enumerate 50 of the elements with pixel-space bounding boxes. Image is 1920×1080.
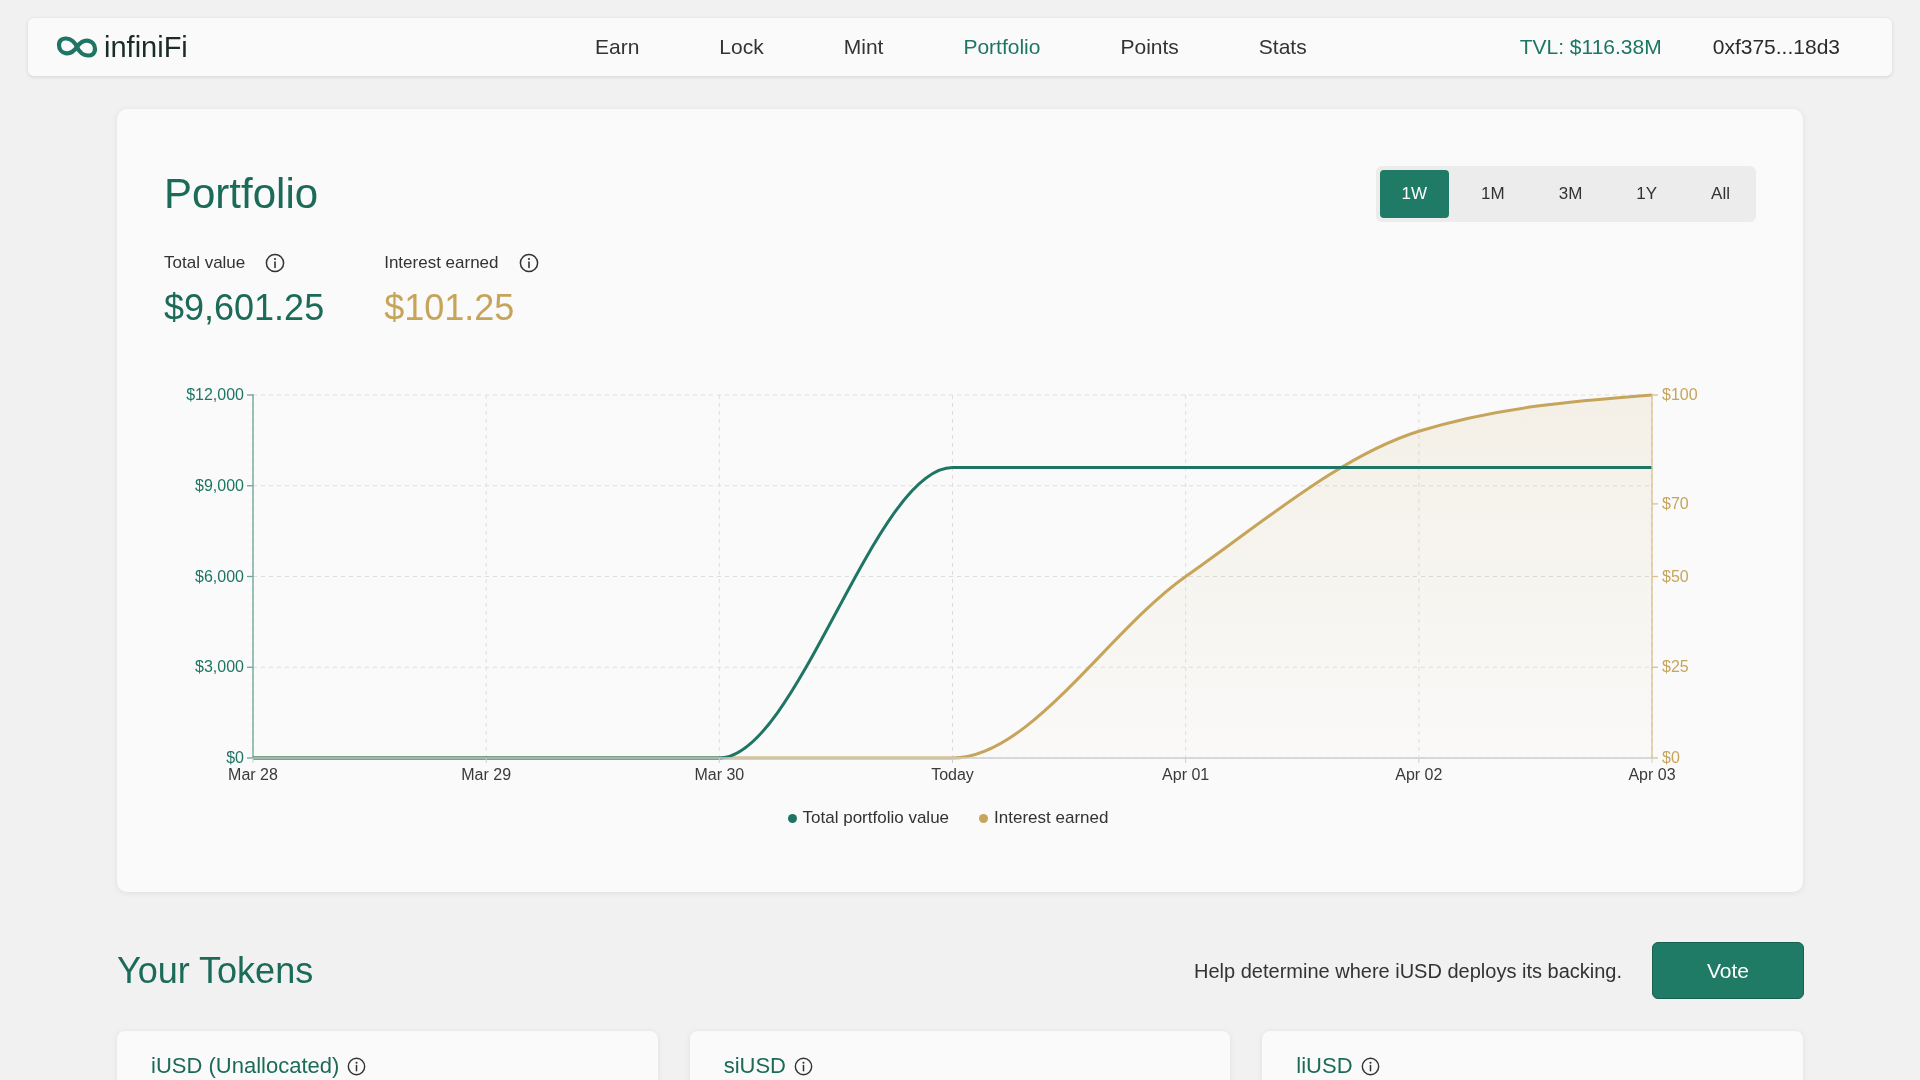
stat-value: $9,601.25 [164, 286, 325, 330]
y-axis-label: $70 [1662, 494, 1689, 512]
range-tab[interactable]: 1W [1379, 170, 1450, 218]
stat-label: Interest earned [384, 252, 499, 274]
x-axis-label: Mar 29 [461, 766, 512, 783]
legend-label: Interest earned [994, 807, 1109, 829]
x-axis-label: Today [931, 766, 974, 783]
wallet-button[interactable]: 0xf375...18d3 [1712, 34, 1840, 60]
tvl-label: TVL: $116.38M [1519, 34, 1662, 60]
vote-button[interactable]: Vote [1652, 942, 1804, 999]
info-icon[interactable] [794, 1056, 813, 1076]
token-title: liUSD [1296, 1054, 1353, 1078]
legend-label: Total portfolio value [802, 807, 950, 829]
x-axis-label: Apr 01 [1162, 766, 1210, 783]
logo-icon[interactable] [56, 34, 98, 60]
info-icon[interactable] [347, 1056, 367, 1076]
y-axis-label: $50 [1662, 567, 1689, 585]
nav-link[interactable]: Earn [595, 34, 640, 60]
y-axis-label: $0 [226, 749, 244, 766]
brand-name[interactable]: infiniFi [104, 30, 188, 64]
info-icon[interactable] [1360, 1056, 1380, 1076]
page-title: Portfolio [164, 170, 319, 218]
y-axis-label: $3,000 [195, 658, 244, 676]
hint-text: Help determine where iUSD deploys its backing. [1194, 958, 1622, 983]
y-axis-label: $25 [1662, 658, 1689, 676]
nav-link[interactable]: Mint [843, 34, 884, 60]
nav-link[interactable]: Points [1120, 34, 1179, 60]
range-tab[interactable]: 1Y [1614, 170, 1680, 218]
nav-link[interactable]: Lock [719, 34, 764, 60]
section-title: Your Tokens [117, 950, 314, 991]
range-tab[interactable]: 1M [1459, 170, 1527, 218]
y-axis-label: $6,000 [195, 567, 244, 585]
y-axis-label: $100 [1662, 386, 1698, 403]
y-axis-label: $0 [1662, 749, 1680, 766]
x-axis-label: Apr 02 [1395, 766, 1443, 783]
x-axis-label: Apr 03 [1628, 766, 1676, 783]
x-axis-label: Mar 28 [228, 766, 278, 783]
y-axis-label: $9,000 [195, 476, 244, 494]
range-tab[interactable]: 3M [1536, 170, 1605, 218]
token-title: siUSD [723, 1054, 786, 1078]
nav-link[interactable]: Stats [1258, 34, 1307, 60]
token-title: iUSD (Unallocated) [151, 1054, 340, 1078]
range-tab[interactable]: All [1689, 170, 1752, 218]
info-icon[interactable] [265, 253, 286, 273]
stat-label: Total value [164, 252, 246, 274]
nav-link[interactable]: Portfolio [963, 34, 1041, 60]
x-axis-label: Mar 30 [694, 766, 745, 783]
info-icon[interactable] [518, 253, 539, 273]
y-axis-label: $12,000 [186, 386, 244, 403]
stat-value: $101.25 [384, 286, 516, 330]
